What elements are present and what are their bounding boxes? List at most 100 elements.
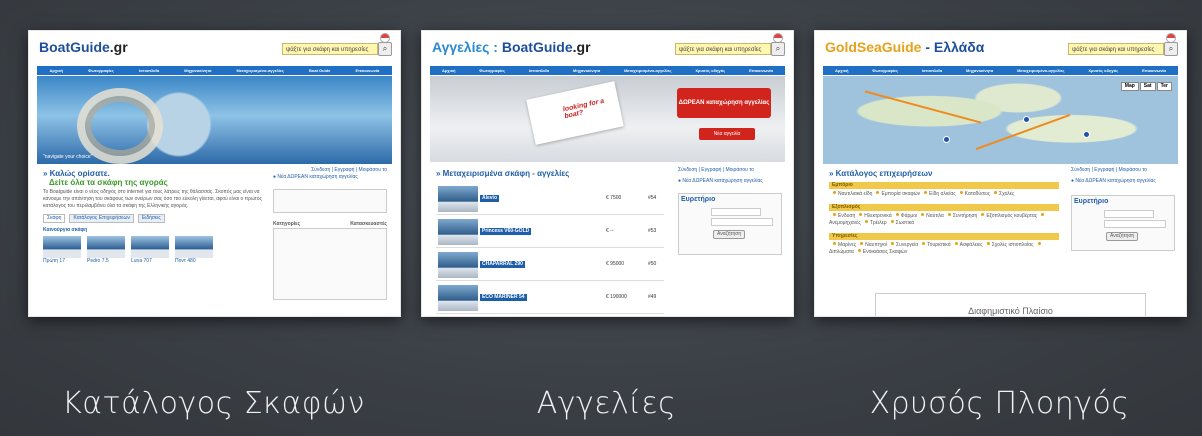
nav-item[interactable]: Επικοινωνία [1142,68,1166,73]
category-link[interactable]: Ναυπηγοί [865,242,887,248]
category-link[interactable]: Διπλώματα [829,249,854,255]
nav-item[interactable]: Ιστιοπλοΐα [139,68,159,73]
search-icon[interactable]: ⌕ [771,42,785,56]
bullet-icon [922,242,926,245]
boat-name[interactable]: Alevio [480,195,500,202]
nav-item[interactable]: Μηχανοκίνητα [966,68,993,73]
category-link[interactable]: Ναύτιλα [926,213,944,219]
nav-item[interactable]: Αρχική [835,68,848,73]
boat-thumbnail[interactable] [438,219,478,245]
logo-ext: .gr [109,39,128,55]
map-type-map[interactable]: Map [1120,82,1139,91]
category-link[interactable]: Τρέιλερ [870,220,887,226]
map-pin-icon[interactable] [943,136,950,143]
map-type-ter[interactable]: Ter [1156,82,1172,91]
nav-item[interactable]: Φωτογραφίες [872,68,898,73]
nav-item[interactable]: Αρχική [442,68,455,73]
nav-item[interactable]: Μεταχειρισμένα-αγγελίες [237,68,284,73]
category-link[interactable]: Ηλεκτρονικά [864,213,891,219]
nav-item[interactable]: Boat Guide [309,68,330,73]
nav-item[interactable]: Μεταχειρισμένα-αγγελίες [624,68,671,73]
region-select[interactable] [711,208,761,216]
tab-2[interactable]: Ειδήσεις [137,214,165,223]
category-link[interactable]: Είδη αλιείας [929,191,956,197]
tab-1[interactable]: Κατάλογος Επιχειρήσεων [69,214,134,223]
category-link[interactable]: Καταδύσεις [965,191,990,197]
boat-thumbnail[interactable] [438,285,478,311]
free-listing-banner[interactable]: ΔΩΡΕΑΝ καταχώρηση αγγελίας [677,88,771,118]
gold-guide-screenshot[interactable]: GoldSeaGuide - Ελλάδα ψάξτε για σκάφη κα… [814,30,1187,317]
search-input[interactable]: ψάξτε για σκάφη και υπηρεσίες [282,43,378,55]
boat-card[interactable]: Ποντ 480 [175,236,213,265]
table-row[interactable]: ECO MARINER 54 € 190000 #49 [436,283,664,314]
category-link[interactable]: Συντήρηση [953,213,978,219]
nav-item[interactable]: Χρυσός οδηγός [695,68,725,73]
category-link[interactable]: Ασφάλειες [960,242,983,248]
search-button[interactable]: Αναζήτηση [713,230,746,239]
category-link[interactable]: Σωστικά [896,220,915,226]
boat-thumbnail[interactable] [438,186,478,212]
boat-name[interactable]: Princess V60-GOLD [480,228,532,235]
login-links[interactable]: Σύνδεση | Εγγραφή | Μοιράσου το [678,167,782,174]
free-listing-link[interactable]: ● Νέα ΔΩΡΕΑΝ καταχώρηση αγγελίας [678,178,782,185]
table-row[interactable]: Princess V60-GOLD € -- #53 [436,217,664,248]
nav-item[interactable]: Ιστιοπλοΐα [529,68,549,73]
boat-card[interactable]: Pedro 7.5 [87,236,125,265]
category-link[interactable]: Εξοπλισμός κουβέρτας [986,213,1037,219]
site-header: Αγγελίες : BoatGuide.gr ψάξτε για σκάφη … [422,31,793,65]
google-map[interactable]: Map Sat Ter [823,76,1178,164]
nav-item[interactable]: Επικοινωνία [355,68,379,73]
boat-thumbnail[interactable] [438,252,478,278]
boat-card[interactable]: Luna 707 [131,236,169,265]
search-icon[interactable]: ⌕ [378,42,392,56]
category-link[interactable]: Συνεργεία [896,242,918,248]
map-type-sat[interactable]: Sat [1139,82,1156,91]
login-links[interactable]: Σύνδεση | Εγγραφή | Μοιράσου το [273,167,387,174]
category-list[interactable] [273,228,387,300]
free-listing-link[interactable]: ● Νέα ΔΩΡΕΑΝ καταχώρηση αγγελίας [273,174,387,181]
bullet-icon [959,191,963,194]
category-link[interactable]: Μαρίνες [838,242,856,248]
category-select[interactable] [1104,220,1166,228]
nav-item[interactable]: Φωτογραφίες [88,68,114,73]
nav-item[interactable]: Μηχανοκίνητα [184,68,211,73]
site-logo[interactable]: GoldSeaGuide - Ελλάδα [825,39,984,55]
site-logo[interactable]: BoatGuide.gr [39,39,128,55]
boat-name[interactable]: CHAPARRAL 290 [480,261,525,268]
search-button[interactable]: Αναζήτηση [1106,232,1139,241]
free-listing-link[interactable]: ● Νέα ΔΩΡΕΑΝ καταχώρηση αγγελίας [1071,178,1175,185]
nav-item[interactable]: Μηχανοκίνητα [573,68,600,73]
category-link[interactable]: Ανεμομηχανές [829,220,861,226]
boat-card[interactable]: Πρώτη 17 [43,236,81,265]
login-links[interactable]: Σύνδεση | Εγγραφή | Μοιράσου το [1071,167,1175,174]
nav-item[interactable]: Φωτογραφίες [479,68,505,73]
category-link[interactable]: Φάρμοι [901,213,918,219]
nav-item[interactable]: Μεταχειρισμένα-αγγελίες [1017,68,1064,73]
nav-item[interactable]: Επικοινωνία [749,68,773,73]
table-row[interactable]: Alevio € 7500 #54 [436,184,664,215]
category-link[interactable]: Εμπορία σκαφών [881,191,920,197]
classifieds-screenshot[interactable]: Αγγελίες : BoatGuide.gr ψάξτε για σκάφη … [421,30,794,317]
category-link[interactable]: Ενδυση [838,213,855,219]
map-pin-icon[interactable] [1023,116,1030,123]
category-link[interactable]: Τουριστικά [927,242,950,248]
category-link[interactable]: Ενοικιάσεις Σκαφών [863,249,908,255]
nav-item[interactable]: Χρυσός οδηγός [1088,68,1118,73]
category-link[interactable]: Σχολές [999,191,1014,197]
nav-item[interactable]: Ιστιοπλοΐα [922,68,942,73]
site-logo[interactable]: Αγγελίες : BoatGuide.gr [432,39,591,55]
new-ad-button[interactable]: Νέα αγγελία [699,128,755,140]
search-input[interactable]: ψάξτε για σκάφη και υπηρεσίες [1068,43,1164,55]
search-input[interactable]: ψάξτε για σκάφη και υπηρεσίες [675,43,771,55]
category-link[interactable]: Σχολές ιστιοπλοΐας [992,242,1034,248]
table-row[interactable]: CHAPARRAL 290 € 95000 #50 [436,250,664,281]
nav-item[interactable]: Αρχική [50,68,63,73]
category-select[interactable] [711,218,773,226]
search-icon[interactable]: ⌕ [1164,42,1178,56]
map-pin-icon[interactable] [1083,131,1090,138]
boat-name[interactable]: ECO MARINER 54 [480,294,527,301]
tab-0[interactable]: Σκάφη [43,214,66,223]
category-link[interactable]: Ναυτιλιακά είδη [838,191,872,197]
catalog-screenshot[interactable]: BoatGuide.gr ψάξτε για σκάφη και υπηρεσί… [28,30,401,317]
region-select[interactable] [1104,210,1154,218]
